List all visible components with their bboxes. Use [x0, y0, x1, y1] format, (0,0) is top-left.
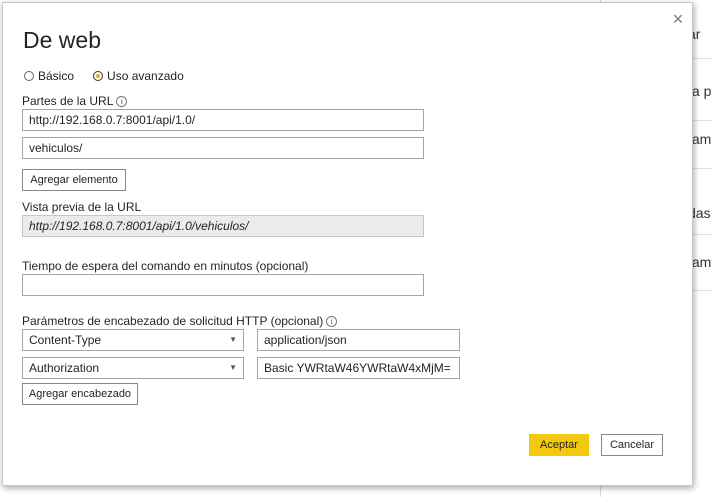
mode-selector: Básico Uso avanzado [24, 69, 203, 83]
header-value-input[interactable]: application/json [257, 329, 460, 351]
basic-radio[interactable] [24, 71, 34, 81]
info-icon[interactable]: i [116, 96, 128, 108]
dialog-title: De web [23, 27, 101, 53]
header-value-input[interactable]: Basic YWRtaW46YWRtaW4xMjM= [257, 357, 460, 379]
timeout-input[interactable] [22, 274, 424, 296]
url-part-1-input[interactable]: http://192.168.0.7:8001/api/1.0/ [22, 109, 424, 131]
close-icon[interactable]: × [669, 10, 687, 29]
url-preview-field: http://192.168.0.7:8001/api/1.0/vehiculo… [22, 215, 424, 237]
header-name-select[interactable]: Authorization ▼ [22, 357, 244, 379]
header-name-value: Authorization [29, 361, 100, 375]
headers-label-text: Parámetros de encabezado de solicitud HT… [22, 314, 324, 328]
header-name-value: Content-Type [29, 333, 102, 347]
url-parts-label: Partes de la URL i [22, 94, 128, 108]
chevron-down-icon: ▼ [229, 335, 237, 344]
url-part-2-input[interactable]: vehiculos/ [22, 137, 424, 159]
chevron-down-icon: ▼ [229, 363, 237, 372]
ok-button[interactable]: Aceptar [529, 434, 589, 456]
url-preview-label: Vista previa de la URL [22, 200, 142, 214]
url-parts-label-text: Partes de la URL [22, 94, 114, 108]
basic-radio-label[interactable]: Básico [38, 69, 74, 83]
add-header-button[interactable]: Agregar encabezado [22, 383, 138, 405]
headers-label: Parámetros de encabezado de solicitud HT… [22, 314, 338, 328]
advanced-radio-label[interactable]: Uso avanzado [107, 69, 184, 83]
from-web-dialog: × De web Básico Uso avanzado Partes de l… [2, 2, 693, 486]
info-icon[interactable]: i [326, 316, 338, 328]
add-element-button[interactable]: Agregar elemento [22, 169, 126, 191]
header-name-select[interactable]: Content-Type ▼ [22, 329, 244, 351]
advanced-radio[interactable] [93, 71, 104, 81]
cancel-button[interactable]: Cancelar [601, 434, 663, 456]
timeout-label: Tiempo de espera del comando en minutos … [22, 259, 309, 273]
